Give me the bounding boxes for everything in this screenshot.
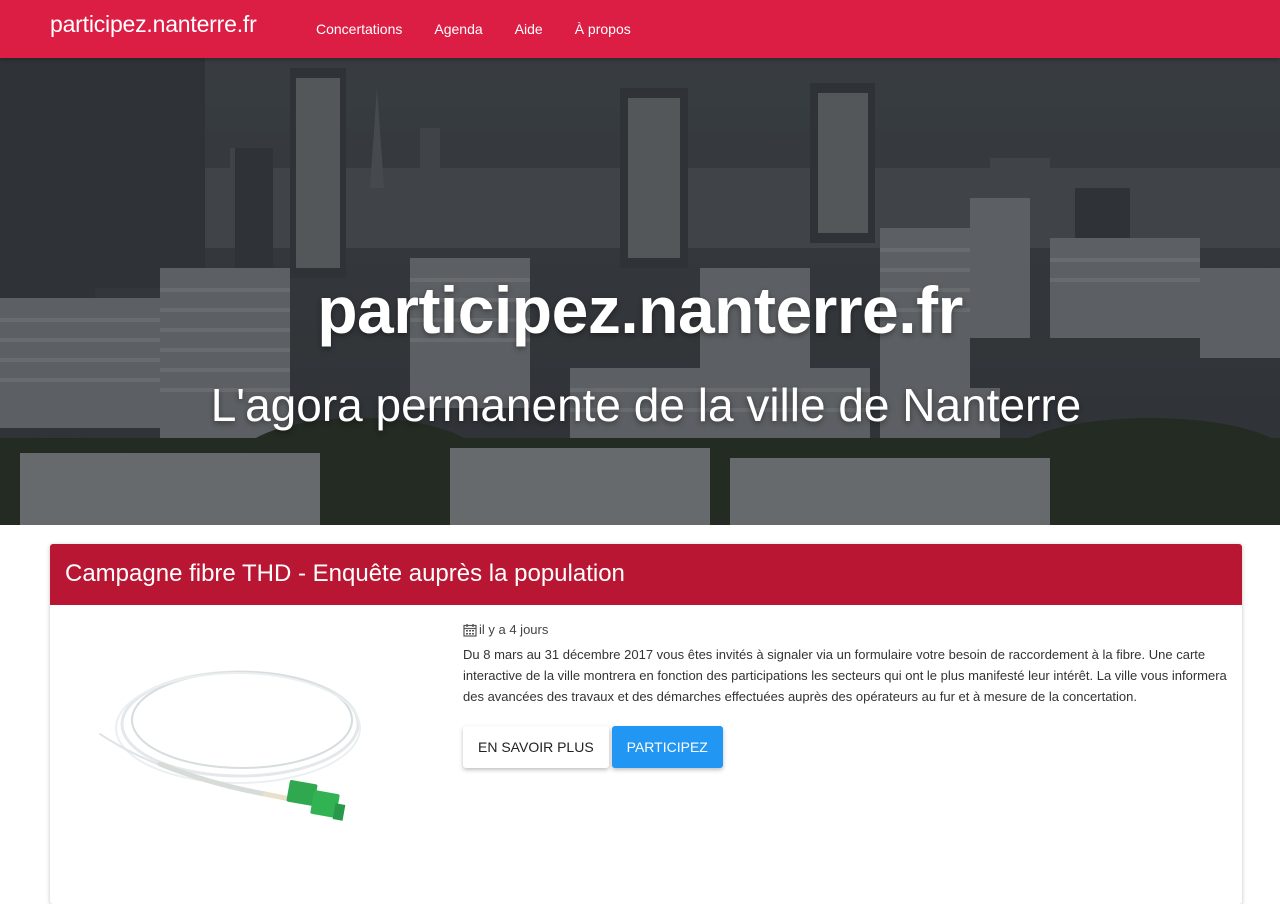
hero-title: participez.nanterre.fr: [317, 273, 963, 347]
date-text: il y a 4 jours: [479, 622, 549, 637]
hero-subtitle: L'agora permanente de la ville de Nanter…: [210, 379, 1082, 431]
participate-button[interactable]: PARTICIPEZ: [611, 726, 723, 769]
hero-banner: participez.nanterre.fr L'agora permanent…: [0, 58, 1280, 525]
card-description: Du 8 mars au 31 décembre 2017 vous êtes …: [463, 647, 1227, 704]
calendar-icon: [463, 623, 477, 637]
card-actions: EN SAVOIR PLUS PARTICIPEZ: [463, 726, 1233, 769]
brand-link[interactable]: participez.nanterre.fr: [50, 11, 257, 38]
nav-link-a-propos[interactable]: À propos: [559, 21, 647, 37]
card-body: il y a 4 jours Du 8 mars au 31 décembre …: [463, 622, 1233, 769]
card-header: Campagne fibre THD - Enquête auprès la p…: [50, 544, 1242, 605]
nav-link-aide[interactable]: Aide: [499, 21, 559, 37]
nav-links: Concertations Agenda Aide À propos: [300, 0, 647, 58]
nav-link-concertations[interactable]: Concertations: [300, 21, 418, 37]
top-navbar: participez.nanterre.fr Concertations Age…: [0, 0, 1280, 58]
consultation-card: Campagne fibre THD - Enquête auprès la p…: [50, 544, 1242, 904]
nav-link-agenda[interactable]: Agenda: [418, 21, 498, 37]
card-title[interactable]: Campagne fibre THD - Enquête auprès la p…: [65, 560, 625, 587]
date-line: il y a 4 jours: [463, 622, 1233, 637]
fiber-optic-cable-image: [99, 670, 361, 821]
learn-more-button[interactable]: EN SAVOIR PLUS: [463, 726, 609, 769]
